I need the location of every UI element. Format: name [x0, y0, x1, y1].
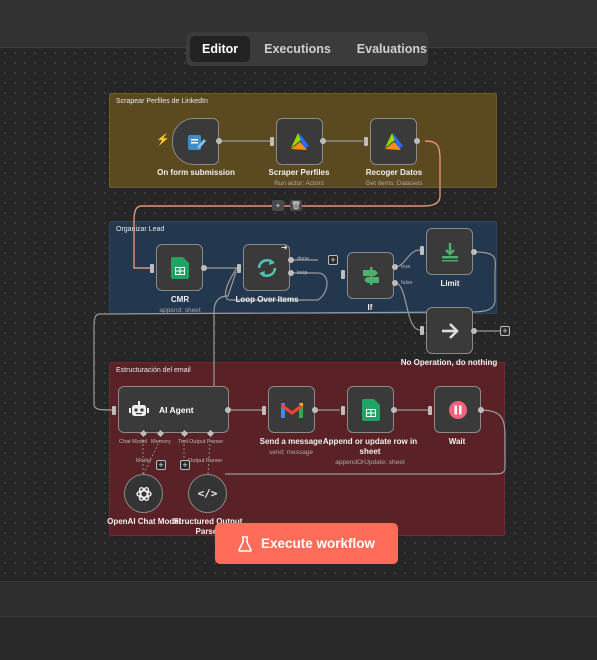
- port-label-memory: Memory: [151, 439, 171, 445]
- add-node-button[interactable]: +: [328, 255, 338, 265]
- trigger-bolt-icon: ⚡: [156, 134, 170, 146]
- node-label: Loop Over Items: [235, 295, 299, 304]
- no-operation-node[interactable]: [426, 307, 473, 354]
- node-label: No Operation, do nothing: [400, 358, 498, 367]
- output-port[interactable]: [414, 138, 420, 144]
- port-label-output-parser: Output Parser: [188, 458, 223, 464]
- port-label-loop: loop: [297, 270, 308, 276]
- loop-icon: [257, 258, 276, 277]
- view-tabs: Editor Executions Evaluations: [186, 32, 428, 66]
- execute-workflow-button[interactable]: Execute workflow: [215, 523, 398, 564]
- sticky-title: Scrapear Perfiles de LinkedIn: [116, 98, 208, 105]
- node-label: On form submission: [157, 168, 235, 177]
- sticky-title: Estructuración del email: [116, 367, 191, 374]
- output-port[interactable]: [216, 138, 222, 144]
- node-label: CMR: [170, 295, 190, 304]
- gmail-send-node[interactable]: [268, 386, 315, 433]
- limit-node[interactable]: [426, 228, 473, 275]
- output-port[interactable]: [225, 407, 231, 413]
- robot-icon: [129, 400, 149, 416]
- flask-icon: [238, 535, 252, 552]
- apify-icon: [290, 132, 309, 150]
- openai-chat-model-node[interactable]: [124, 474, 163, 513]
- node-label: Send a message: [259, 437, 323, 446]
- node-label: Append or update row in sheet: [322, 437, 418, 456]
- code-icon: </>: [197, 487, 218, 500]
- input-port[interactable]: [341, 406, 345, 415]
- node-label: Limit: [440, 279, 460, 288]
- port-label-true: true: [401, 264, 411, 270]
- input-port[interactable]: [420, 246, 424, 255]
- add-memory-button[interactable]: +: [156, 460, 166, 470]
- sticky-title: Organizar Lead: [116, 226, 165, 233]
- input-port[interactable]: [262, 406, 266, 415]
- input-port[interactable]: [428, 406, 432, 415]
- port-label-model: Model: [136, 458, 151, 464]
- node-label: Scraper Perfiles: [268, 168, 330, 177]
- node-subtitle: send: message: [268, 449, 314, 456]
- node-label: Recoger Datos: [365, 168, 423, 177]
- gmail-icon: [280, 403, 303, 418]
- input-port[interactable]: [112, 406, 116, 415]
- port-label-chat-model: Chat Model: [119, 439, 148, 445]
- google-sheets-icon: [170, 256, 189, 279]
- input-port[interactable]: [341, 270, 345, 279]
- output-port[interactable]: [201, 265, 207, 271]
- execute-workflow-label: Execute workflow: [260, 536, 376, 551]
- output-port-false[interactable]: [392, 280, 398, 286]
- port-label-output-parser: Output Parser: [189, 439, 224, 445]
- node-subtitle: Get items: Datasets: [365, 180, 423, 187]
- port-label-false: false: [401, 280, 413, 286]
- apify-dataset-node[interactable]: [370, 118, 417, 165]
- add-node-button[interactable]: +: [500, 326, 510, 336]
- input-port[interactable]: [150, 264, 154, 273]
- output-port-done[interactable]: [288, 257, 294, 263]
- node-label: Wait: [448, 437, 466, 446]
- output-port[interactable]: [471, 249, 477, 255]
- input-port[interactable]: [420, 326, 424, 335]
- tab-evaluations[interactable]: Evaluations: [345, 36, 439, 62]
- input-port[interactable]: [270, 137, 274, 146]
- node-subtitle: appendOrUpdate: sheet: [335, 459, 405, 466]
- logs-bar[interactable]: [0, 581, 597, 616]
- input-port[interactable]: [237, 264, 241, 273]
- arrow-right-icon: ➜: [281, 243, 288, 252]
- google-sheets-append-node[interactable]: [347, 386, 394, 433]
- apify-icon: [384, 132, 403, 150]
- node-subtitle: append: sheet: [159, 307, 201, 314]
- if-branch-icon: [362, 266, 379, 285]
- port-label-done: done: [297, 256, 310, 262]
- wait-node[interactable]: [434, 386, 481, 433]
- delete-connection-button[interactable]: 🗑: [290, 200, 302, 211]
- pause-icon: [448, 400, 467, 419]
- limit-icon: [441, 242, 458, 261]
- add-node-button[interactable]: +: [272, 200, 284, 211]
- tab-executions[interactable]: Executions: [252, 36, 343, 62]
- output-port[interactable]: [391, 407, 397, 413]
- if-node[interactable]: [347, 252, 394, 299]
- google-sheets-cmr-node[interactable]: [156, 244, 203, 291]
- node-label: If: [367, 303, 373, 312]
- tab-editor[interactable]: Editor: [190, 36, 251, 62]
- google-sheets-icon: [361, 398, 380, 421]
- output-port[interactable]: [478, 407, 484, 413]
- output-port[interactable]: [320, 138, 326, 144]
- ai-agent-node[interactable]: AI Agent: [118, 386, 229, 433]
- apify-scraper-node[interactable]: [276, 118, 323, 165]
- openai-icon: [135, 486, 152, 501]
- output-port[interactable]: [471, 328, 477, 334]
- output-port[interactable]: [312, 407, 318, 413]
- node-subtitle: Run actor: Actors: [274, 180, 324, 187]
- port-label-tool: Tool: [178, 439, 189, 445]
- form-trigger-node[interactable]: [172, 118, 219, 165]
- output-port-true[interactable]: [392, 264, 398, 270]
- node-label: AI Agent: [159, 404, 194, 415]
- input-port[interactable]: [364, 137, 368, 146]
- output-port-loop[interactable]: [288, 270, 294, 276]
- structured-output-parser-node[interactable]: </>: [188, 474, 227, 513]
- form-icon: [187, 134, 206, 150]
- footer-panel: [0, 616, 597, 660]
- arrow-right-icon: [441, 322, 459, 339]
